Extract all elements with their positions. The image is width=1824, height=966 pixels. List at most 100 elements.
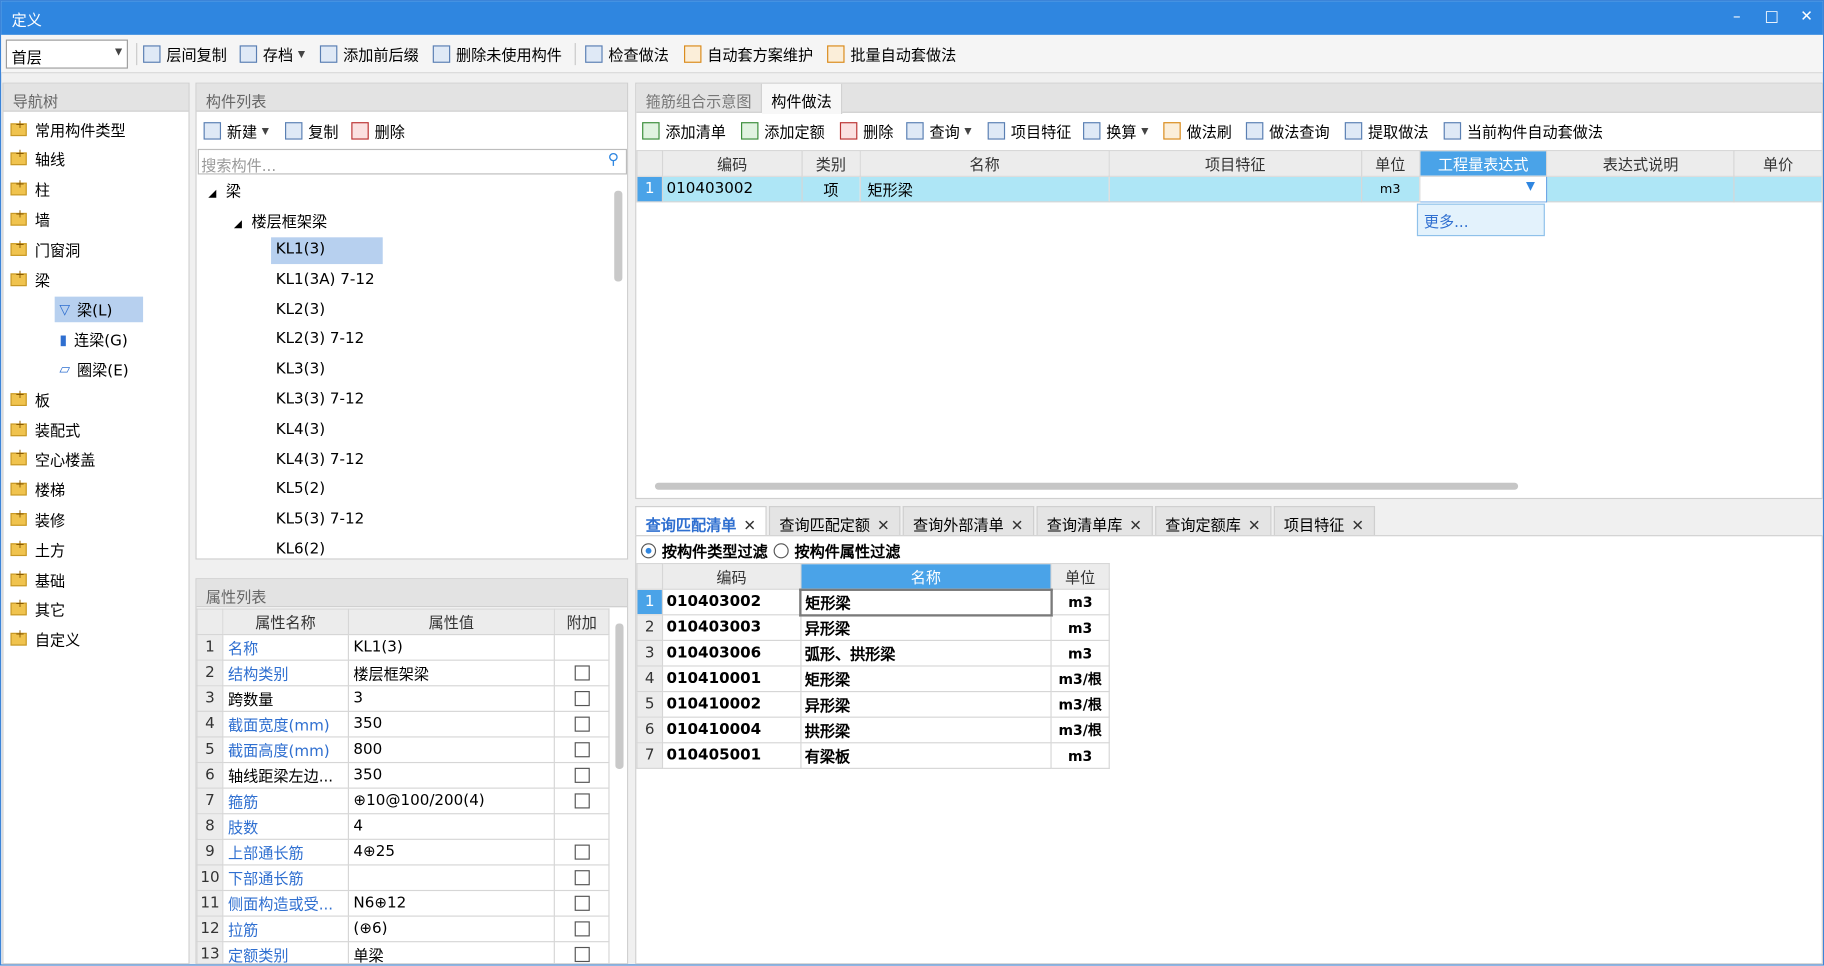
nav-item-custom[interactable]: 自定义 [10,627,80,653]
method-brush-button[interactable]: 做法刷 [1163,117,1232,144]
query-name-header[interactable]: 名称 [800,563,1052,590]
delete-unused-button[interactable]: 删除未使用构件 [432,41,562,68]
extra-checkbox[interactable] [574,793,590,809]
query-result-row[interactable]: 3 010403006 弧形、拱形梁 m3 [636,639,1110,667]
component-item[interactable]: KL1(3A) 7-12 [271,267,379,294]
query-result-row[interactable]: 4 010410001 矩形梁 m3/根 [636,665,1110,693]
auto-scheme-maintain-button[interactable]: 自动套方案维护 [684,41,813,68]
copy-between-floors-button[interactable]: 层间复制 [143,41,227,68]
filter-by-type-radio[interactable]: 按构件类型过滤 [640,540,768,562]
extra-checkbox[interactable] [574,742,590,758]
minimize-button[interactable]: – [1724,6,1750,29]
nav-item-axis[interactable]: 轴线 [10,146,65,172]
component-item[interactable]: KL6(2) [271,537,330,564]
nav-item-earthwork[interactable]: 土方 [10,536,65,562]
property-value[interactable]: KL1(3) [347,633,556,661]
property-row[interactable]: 9 上部通长筋 4⊕25 [196,838,610,866]
extra-checkbox[interactable] [574,767,590,783]
add-bill-button[interactable]: 添加清单 [642,117,726,144]
query-result-row[interactable]: 1 010403002 矩形梁 m3 [636,588,1110,616]
item-feature-button[interactable]: 项目特征 [987,117,1071,144]
property-row[interactable]: 10 下部通长筋 [196,864,610,892]
component-item[interactable]: KL2(3) [271,297,330,324]
property-value[interactable]: 3 [347,685,556,712]
tab-component-method[interactable]: 构件做法 [761,83,843,115]
nav-item-foundation[interactable]: 基础 [10,567,65,593]
extra-checkbox[interactable] [574,870,590,886]
add-quota-button[interactable]: 添加定额 [741,117,825,144]
nav-item-column[interactable]: 柱 [10,176,50,202]
component-item[interactable]: KL5(3) 7-12 [271,507,369,534]
add-prefix-suffix-button[interactable]: 添加前后缀 [319,41,419,68]
nav-item-common-types[interactable]: 常用构件类型 [10,116,126,142]
nav-item-slab[interactable]: 板 [10,386,50,412]
component-search[interactable]: 搜索构件... ⚲ [197,148,628,176]
component-item[interactable]: KL4(3) 7-12 [271,447,369,474]
close-icon[interactable]: ✕ [877,518,890,535]
maximize-button[interactable]: □ [1759,6,1785,29]
properties-scrollbar[interactable] [615,623,624,769]
delete-component-button[interactable]: 删除 [351,117,405,144]
nav-item-hollow-floor[interactable]: 空心楼盖 [10,446,95,472]
tab-quota-library[interactable]: 查询定额库 ✕ [1154,506,1272,536]
nav-item-wall[interactable]: 墙 [10,206,50,232]
tab-item-feature[interactable]: 项目特征 ✕ [1273,506,1375,536]
property-row[interactable]: 12 拉筋 (⊕6) [196,915,610,943]
close-icon[interactable]: ✕ [743,518,756,535]
tab-external-bill[interactable]: 查询外部清单 ✕ [902,506,1034,536]
method-unit-cell[interactable]: m3 [1360,175,1420,203]
extra-checkbox[interactable] [574,691,590,707]
component-list-scrollbar[interactable] [614,190,623,282]
component-item[interactable]: KL5(2) [271,477,330,504]
tree-root-beam[interactable]: ◢ 梁 [208,179,241,201]
component-item[interactable]: KL2(3) 7-12 [271,327,369,354]
property-value[interactable]: ⊕10@100/200(4) [347,787,556,815]
tab-match-bill[interactable]: 查询匹配清单 ✕ [635,506,767,536]
tab-bill-library[interactable]: 查询清单库 ✕ [1036,506,1153,536]
close-icon[interactable]: ✕ [1351,518,1364,535]
copy-component-button[interactable]: 复制 [285,117,339,144]
property-row[interactable]: 11 侧面构造或受... N6⊕12 [196,889,610,917]
method-desc-cell[interactable] [1546,175,1735,203]
nav-subitem-beam-l[interactable]: ▽ 梁(L) [54,296,144,322]
nav-item-decoration[interactable]: 装修 [10,506,65,532]
property-value[interactable]: 4⊕25 [347,838,556,866]
extra-checkbox[interactable] [574,716,590,732]
component-item[interactable]: KL1(3) [271,237,383,265]
component-item[interactable]: KL3(3) 7-12 [271,387,369,414]
property-value[interactable]: 350 [347,710,556,738]
property-row[interactable]: 4 截面宽度(mm) 350 [196,710,610,738]
auto-apply-current-button[interactable]: 当前构件自动套做法 [1443,117,1603,144]
property-row[interactable]: 2 结构类别 楼层框架梁 [196,659,610,687]
component-item[interactable]: KL4(3) [271,417,330,444]
archive-button[interactable]: 存档 ▼ [239,41,305,68]
property-row[interactable]: 1 名称 KL1(3) [196,633,610,661]
tab-stirrup-diagram[interactable]: 箍筋组合示意图 [636,83,762,113]
query-button[interactable]: 查询 ▼ [906,117,972,144]
query-result-row[interactable]: 6 010410004 拱形梁 m3/根 [636,716,1110,744]
close-icon[interactable]: ✕ [1248,518,1261,535]
property-value[interactable]: 350 [347,761,556,789]
extra-checkbox[interactable] [574,946,590,963]
nav-item-other[interactable]: 其它 [10,597,65,623]
close-icon[interactable]: ✕ [1129,518,1142,535]
method-hscrollbar[interactable] [654,482,1519,490]
nav-subitem-ring-beam-e[interactable]: ▱ 圈梁(E) [55,356,134,382]
property-row[interactable]: 7 箍筋 ⊕10@100/200(4) [196,787,610,815]
query-result-row[interactable]: 7 010405001 有梁板 m3 [636,742,1110,769]
property-value[interactable]: 4 [347,813,556,840]
floor-select[interactable]: 首层 ▼ [5,39,128,69]
method-row[interactable]: 1 010403002 项 矩形梁 m3 ▼ [636,175,1822,203]
nav-item-stair[interactable]: 楼梯 [10,476,65,502]
property-row[interactable]: 5 截面高度(mm) 800 [196,736,610,764]
extract-method-button[interactable]: 提取做法 [1344,117,1429,144]
extra-checkbox[interactable] [574,665,590,681]
tab-match-quota[interactable]: 查询匹配定额 ✕ [768,506,901,536]
expression-dropdown-more[interactable]: 更多... [1416,203,1545,237]
method-price-cell[interactable] [1733,175,1822,203]
nav-item-door-window[interactable]: 门窗洞 [10,236,80,262]
nav-subitem-link-beam-g[interactable]: ▮ 连梁(G) [55,326,133,352]
property-value[interactable]: 单梁 [347,941,556,964]
filter-by-attr-radio[interactable]: 按构件属性过滤 [773,540,900,562]
nav-item-prefab[interactable]: 装配式 [10,416,80,442]
